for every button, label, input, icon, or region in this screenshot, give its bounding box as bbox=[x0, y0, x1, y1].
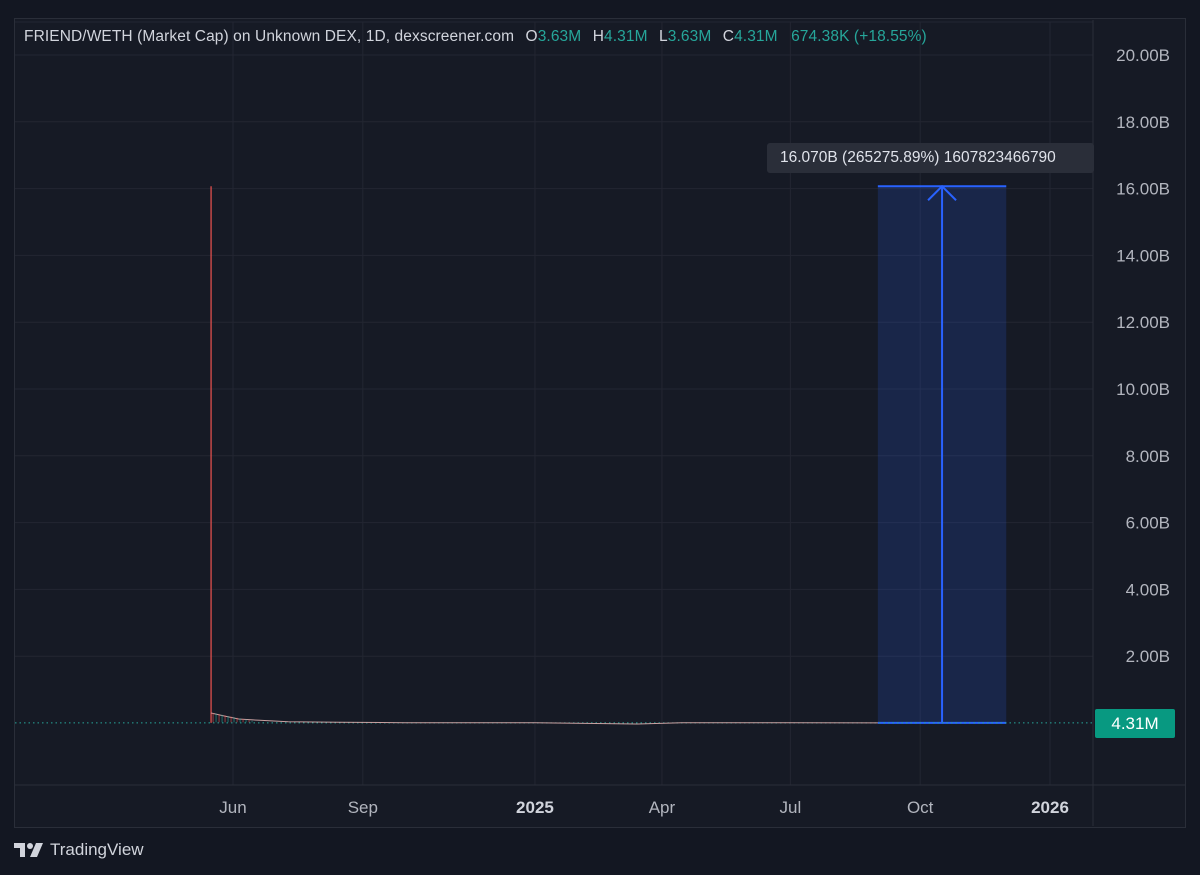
y-tick-label: 4.00B bbox=[1126, 580, 1170, 599]
y-tick-label: 10.00B bbox=[1116, 380, 1170, 399]
chart-legend: FRIEND/WETH (Market Cap) on Unknown DEX,… bbox=[24, 28, 927, 46]
legend-low-value: 3.63M bbox=[667, 28, 712, 45]
legend-low-label: L bbox=[659, 28, 668, 45]
x-axis: Jun Sep 2025 Apr Jul Oct 2026 bbox=[219, 798, 1069, 817]
x-tick-label: 2025 bbox=[516, 798, 554, 817]
y-tick-label: 16.00B bbox=[1116, 180, 1170, 199]
y-tick-label: 20.00B bbox=[1116, 46, 1170, 65]
y-tick-label: 14.00B bbox=[1116, 246, 1170, 265]
x-tick-label: Jun bbox=[219, 798, 246, 817]
y-tick-label: 12.00B bbox=[1116, 313, 1170, 332]
legend-close-label: C bbox=[722, 28, 735, 45]
measure-label: 16.070B (265275.89%) 1607823466790 bbox=[767, 143, 1094, 173]
x-tick-label: Sep bbox=[348, 798, 378, 817]
legend-change: 674.38K (+18.55%) bbox=[791, 28, 927, 45]
legend-high-label: H bbox=[592, 28, 604, 45]
y-tick-label: 2.00B bbox=[1126, 647, 1170, 666]
x-tick-label: Jul bbox=[779, 798, 801, 817]
measure-tool bbox=[877, 184, 1007, 724]
chart-grid bbox=[15, 20, 1185, 826]
tradingview-brand: TradingView bbox=[50, 840, 144, 859]
legend-high-value: 4.31M bbox=[604, 28, 648, 45]
price-chart[interactable]: 20.00B 18.00B 16.00B 14.00B 12.00B 10.00B 8.00… bbox=[0, 0, 1200, 875]
price-line bbox=[210, 712, 878, 725]
legend-open-value: 3.63M bbox=[537, 28, 582, 45]
tradingview-logo[interactable]: TradingView bbox=[14, 840, 144, 860]
y-axis: 20.00B 18.00B 16.00B 14.00B 12.00B 10.00B 8.00… bbox=[1116, 46, 1170, 666]
last-price-badge: 4.31M bbox=[1095, 709, 1175, 738]
y-tick-label: 6.00B bbox=[1126, 514, 1170, 533]
tradingview-logo-icon bbox=[14, 843, 43, 857]
legend-title: FRIEND/WETH (Market Cap) on Unknown DEX,… bbox=[24, 28, 515, 45]
x-tick-label: Apr bbox=[649, 798, 676, 817]
x-tick-label: 2026 bbox=[1031, 798, 1069, 817]
y-tick-label: 8.00B bbox=[1126, 447, 1170, 466]
legend-close-value: 4.31M bbox=[734, 28, 778, 45]
x-tick-label: Oct bbox=[907, 798, 934, 817]
y-tick-label: 18.00B bbox=[1116, 113, 1170, 132]
legend-open-label: O bbox=[525, 28, 538, 45]
